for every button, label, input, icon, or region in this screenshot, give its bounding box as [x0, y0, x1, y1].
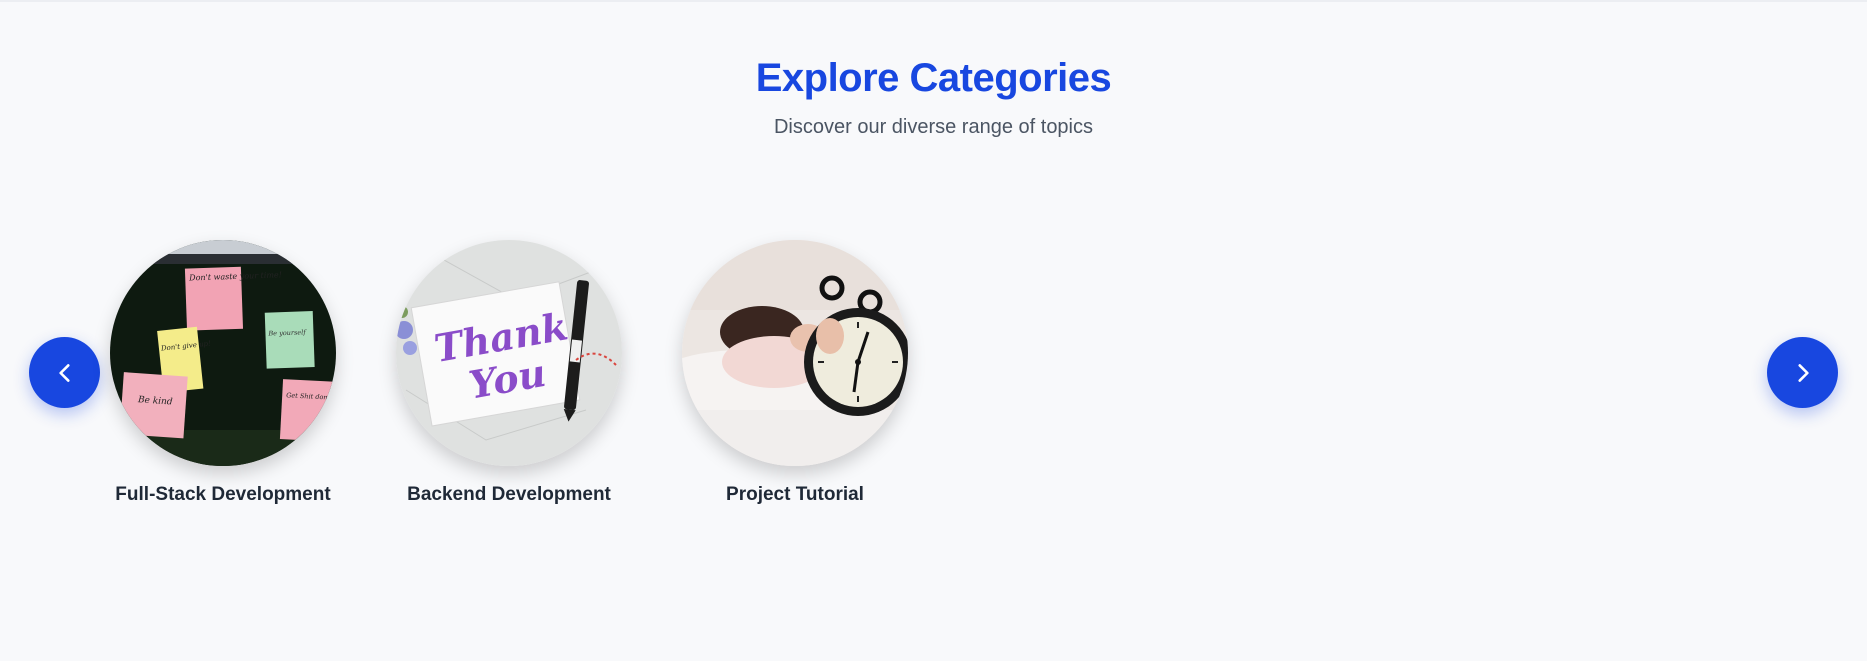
carousel-prev-button[interactable] [29, 337, 100, 408]
category-image-sticky-notes[interactable]: Don't waste your time! Don't give up! Be… [110, 240, 336, 466]
category-card-project-tutorial[interactable]: Project Tutorial [665, 240, 925, 510]
carousel-next-button[interactable] [1767, 337, 1838, 408]
category-label: Full-Stack Development [115, 484, 331, 505]
categories-section: Explore Categories Discover our diverse … [0, 0, 1867, 661]
chevron-left-icon [58, 363, 70, 382]
category-card-full-stack[interactable]: Don't waste your time! Don't give up! Be… [93, 240, 353, 510]
section-header: Explore Categories Discover our diverse … [0, 50, 1867, 140]
category-image-thank-you[interactable]: Thank You [396, 240, 622, 466]
chevron-right-icon [1797, 363, 1809, 382]
section-title: Explore Categories [755, 56, 1112, 100]
category-label: Project Tutorial [726, 484, 864, 505]
category-label: Backend Development [407, 484, 611, 505]
sticky-notes-image: Don't waste your time! Don't give up! Be… [110, 240, 336, 466]
alarm-clock-image [682, 240, 908, 466]
thank-you-card-image: Thank You [396, 240, 622, 466]
section-subtitle: Discover our diverse range of topics [773, 116, 1094, 138]
note-text: Be yourself [267, 328, 307, 337]
category-image-alarm-clock[interactable] [682, 240, 908, 466]
category-card-backend[interactable]: Thank You Backend Development [379, 240, 639, 510]
